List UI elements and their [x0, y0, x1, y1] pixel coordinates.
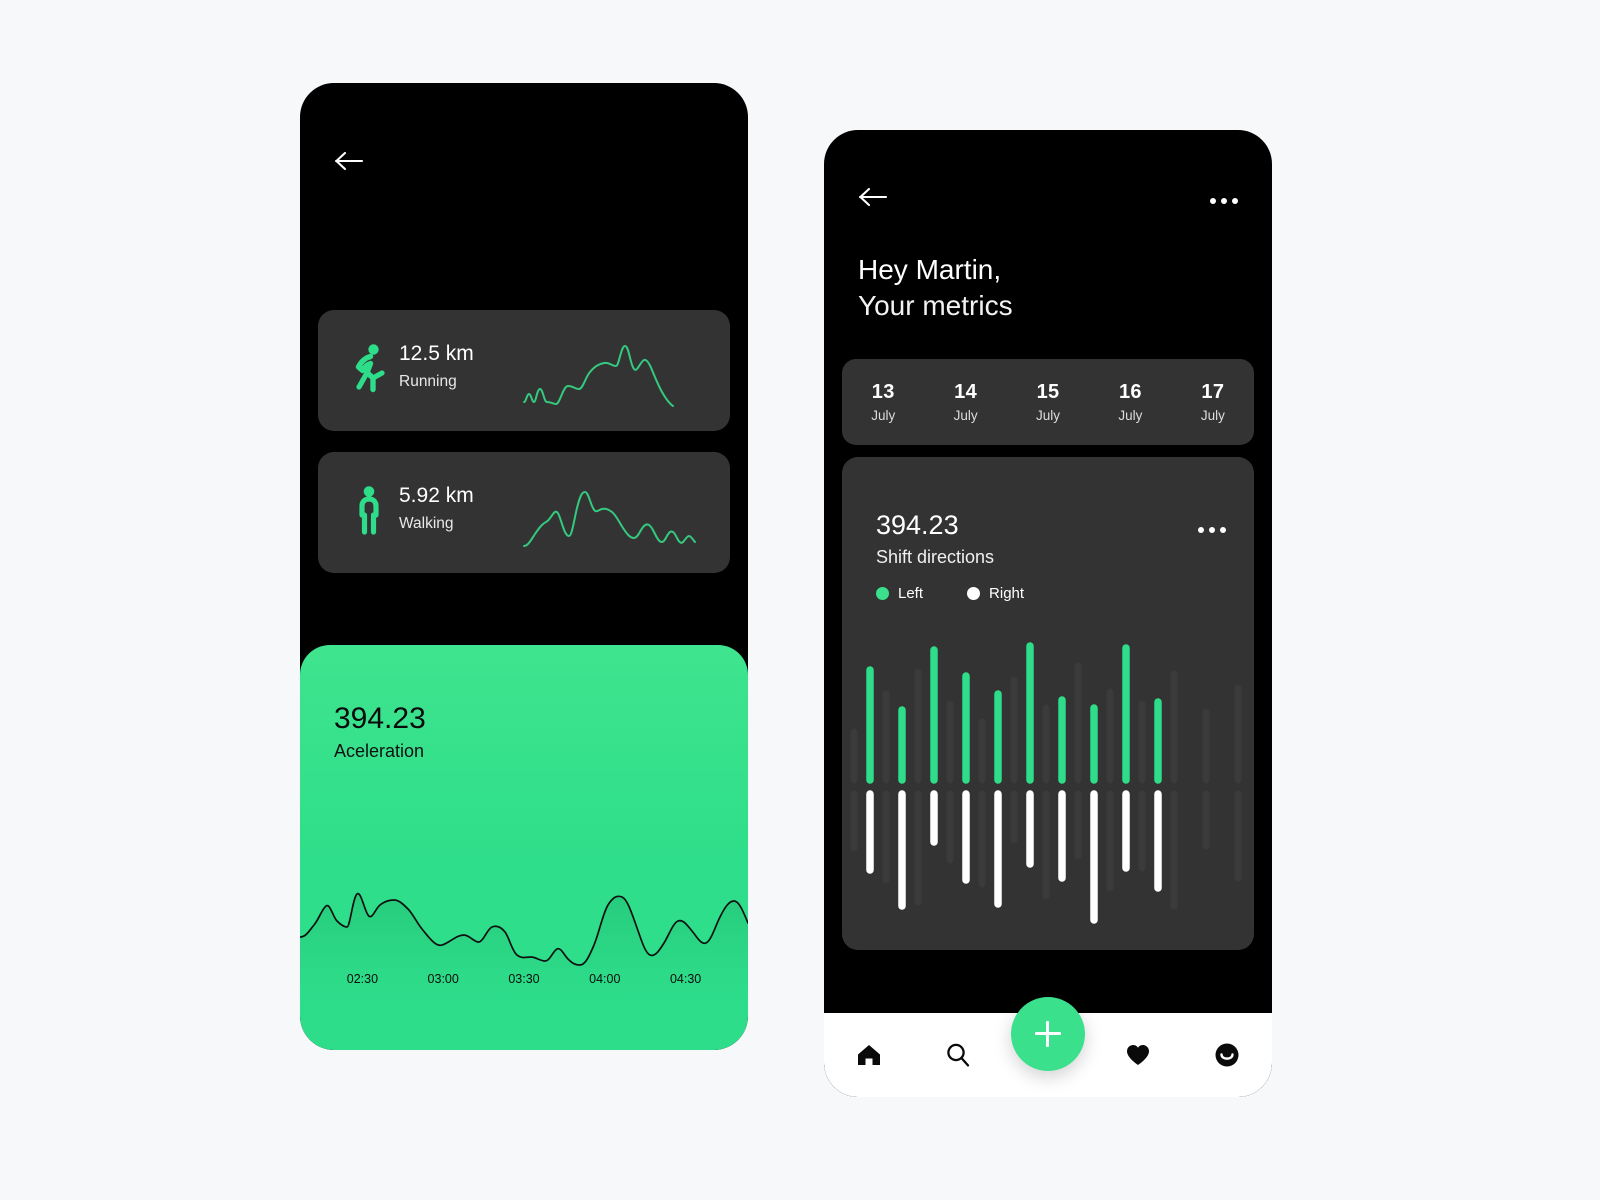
- widget-value: 12.5 km: [399, 342, 474, 365]
- home-icon: [857, 1045, 880, 1065]
- nav-item-home[interactable]: [824, 1013, 914, 1097]
- greeting-line-1: Hey Martin,: [858, 254, 1002, 285]
- arrow-left-icon: [858, 187, 888, 207]
- search-icon: [947, 1043, 970, 1067]
- legend-item-left[interactable]: Left: [876, 585, 923, 602]
- date-day: 15: [1036, 381, 1060, 403]
- more-horizontal-icon: [1198, 527, 1204, 533]
- axis-tick: 03:00: [427, 972, 459, 986]
- date-month: July: [953, 408, 978, 423]
- date-month: July: [1036, 408, 1061, 423]
- walking-person-icon: [359, 486, 379, 535]
- widget-card-walking[interactable]: 5.92 km Walking: [318, 452, 730, 573]
- widget-value: 5.92 km: [399, 484, 474, 507]
- chart-legend: Left Right: [876, 585, 1024, 602]
- date-pill-14[interactable]: 14 July: [924, 381, 1006, 423]
- axis-tick: 03:30: [508, 972, 540, 986]
- acceleration-card[interactable]: 394.23 Aceleration 02:30 03:00 03:30 04:…: [300, 645, 748, 1050]
- phone-mockup-metrics: Hey Martin, Your metrics 13 July 14 July…: [824, 130, 1272, 1097]
- card-overflow-menu-button[interactable]: [1198, 527, 1226, 533]
- legend-label-right: Right: [989, 585, 1025, 602]
- legend-swatch-right: [967, 587, 981, 600]
- date-selector[interactable]: 13 July 14 July 15 July 16 July 17 July: [842, 359, 1254, 445]
- date-month: July: [871, 408, 896, 423]
- add-button[interactable]: [1011, 997, 1085, 1071]
- date-day: 13: [871, 381, 895, 403]
- acceleration-value: 394.23: [334, 702, 426, 735]
- greeting-heading: Hey Martin, Your metrics: [858, 252, 1013, 324]
- shift-directions-card[interactable]: 394.23 Shift directions Left Right: [842, 457, 1254, 950]
- legend-label-left: Left: [898, 585, 924, 602]
- date-pill-13[interactable]: 13 July: [842, 381, 924, 423]
- back-button[interactable]: [334, 141, 374, 181]
- metric-label: Shift directions: [876, 547, 995, 567]
- back-button[interactable]: [858, 186, 898, 226]
- nav-item-search[interactable]: [914, 1013, 1004, 1097]
- acceleration-label: Aceleration: [334, 741, 425, 761]
- more-horizontal-icon: [1210, 198, 1216, 204]
- date-day: 14: [954, 381, 978, 403]
- overflow-menu-button[interactable]: [1210, 198, 1238, 204]
- date-month: July: [1200, 408, 1225, 423]
- screenshot-canvas: Widgets 12.5 km Running: [0, 0, 1600, 1200]
- widget-label: Walking: [399, 515, 454, 532]
- nav-item-profile[interactable]: [1182, 1013, 1272, 1097]
- widget-label: Running: [399, 373, 457, 390]
- axis-tick: 04:30: [669, 972, 702, 986]
- nav-item-favorites[interactable]: [1093, 1013, 1183, 1097]
- axis-tick: 04:00: [589, 972, 621, 986]
- legend-swatch-left: [876, 587, 889, 600]
- greeting-line-2: Your metrics: [858, 290, 1013, 321]
- date-pill-16[interactable]: 16 July: [1089, 381, 1171, 423]
- walking-sparkline: [522, 474, 706, 552]
- axis-tick: 02:30: [346, 972, 379, 986]
- arrow-left-icon: [334, 151, 364, 171]
- date-month: July: [1118, 408, 1143, 423]
- running-person-icon: [355, 344, 385, 393]
- bottom-navigation-bar: [824, 997, 1272, 1097]
- metric-value: 394.23: [876, 510, 959, 540]
- date-pill-17[interactable]: 17 July: [1172, 381, 1254, 423]
- smiley-face-icon: [1215, 1043, 1239, 1067]
- date-day: 16: [1118, 381, 1142, 403]
- phone-mockup-widgets: Widgets 12.5 km Running: [300, 83, 748, 1050]
- widget-card-running[interactable]: 12.5 km Running: [318, 310, 730, 431]
- acceleration-x-axis: 02:30 03:00 03:30 04:00 04:30: [300, 972, 748, 986]
- legend-item-right[interactable]: Right: [967, 585, 1024, 602]
- running-sparkline: [522, 332, 706, 410]
- plus-icon: [1035, 1021, 1061, 1047]
- heart-icon: [1126, 1045, 1149, 1065]
- shift-directions-bar-chart: [842, 632, 1254, 942]
- date-pill-15[interactable]: 15 July: [1007, 381, 1089, 423]
- date-day: 17: [1201, 381, 1225, 403]
